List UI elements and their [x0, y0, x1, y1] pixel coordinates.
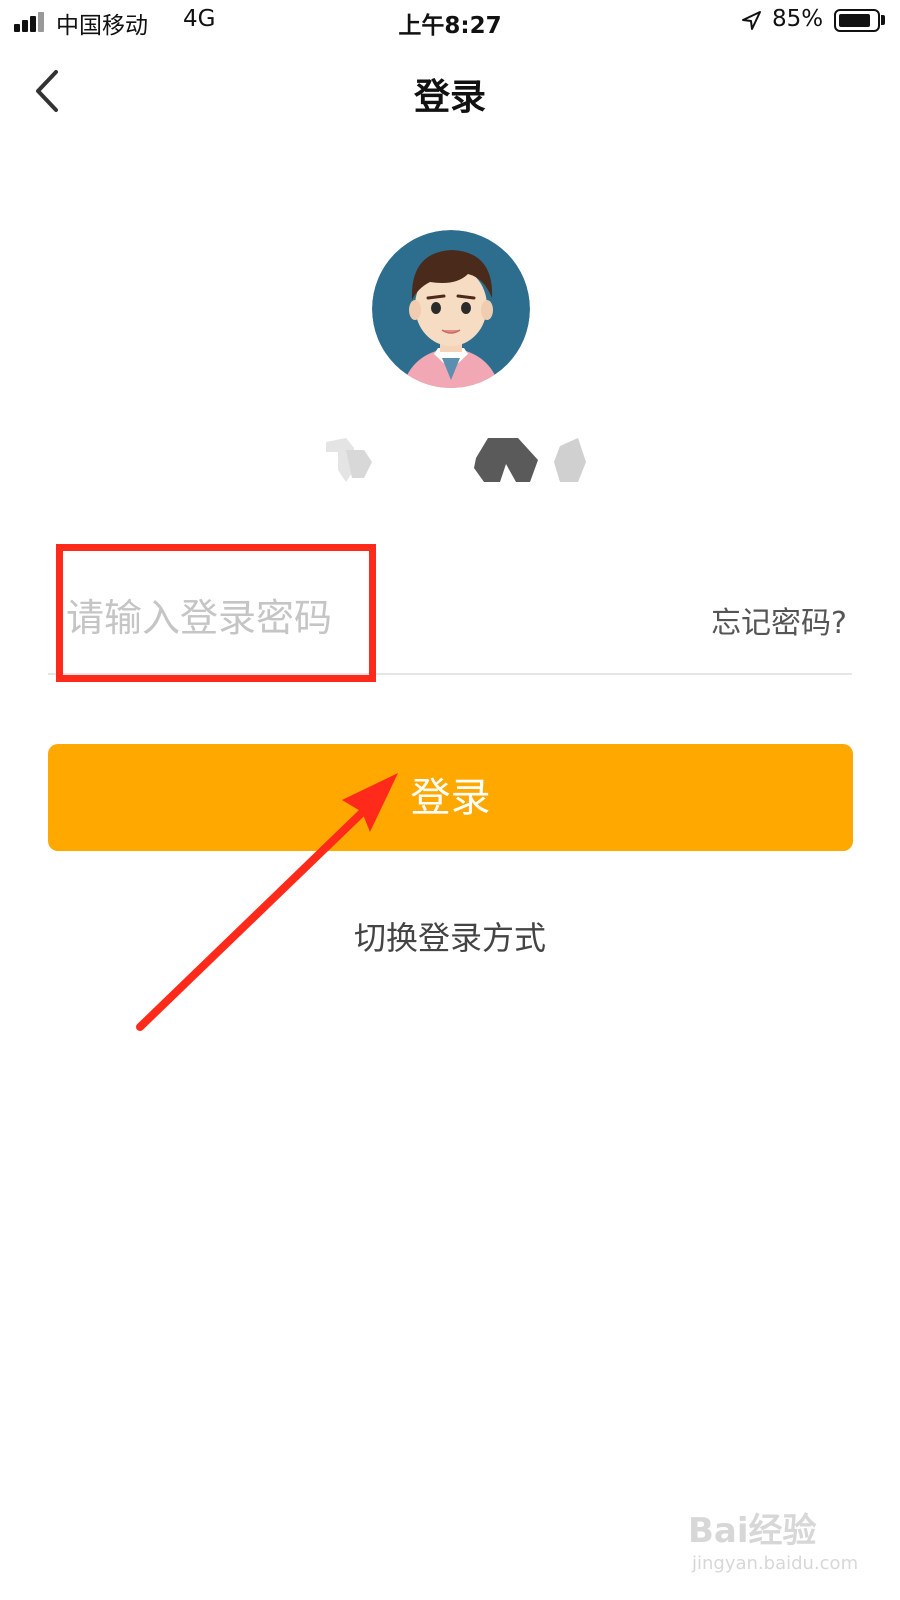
status-bar: 中国移动 4G 上午8:27 85%	[0, 0, 900, 46]
masked-username	[326, 438, 586, 482]
battery-fill	[839, 14, 870, 27]
watermark-url: jingyan.baidu.com	[692, 1553, 859, 1574]
battery-icon	[834, 9, 880, 32]
location-icon	[742, 11, 761, 30]
input-divider	[48, 673, 852, 675]
status-time: 上午8:27	[398, 13, 502, 39]
battery-tip	[881, 15, 885, 25]
watermark-brand: Bai经验	[688, 1511, 817, 1551]
forgot-password-link[interactable]: 忘记密码?	[711, 598, 847, 642]
login-button[interactable]: 登录	[48, 744, 853, 851]
avatar	[372, 230, 530, 388]
battery-percent: 85%	[772, 6, 824, 32]
baidu-watermark: Bai经验 jingyan.baidu.com	[688, 1503, 878, 1583]
page-title: 登录	[413, 77, 486, 118]
switch-login-method-link[interactable]: 切换登录方式	[0, 913, 900, 959]
nav-bar: 登录	[0, 46, 900, 142]
password-input[interactable]	[60, 585, 632, 651]
